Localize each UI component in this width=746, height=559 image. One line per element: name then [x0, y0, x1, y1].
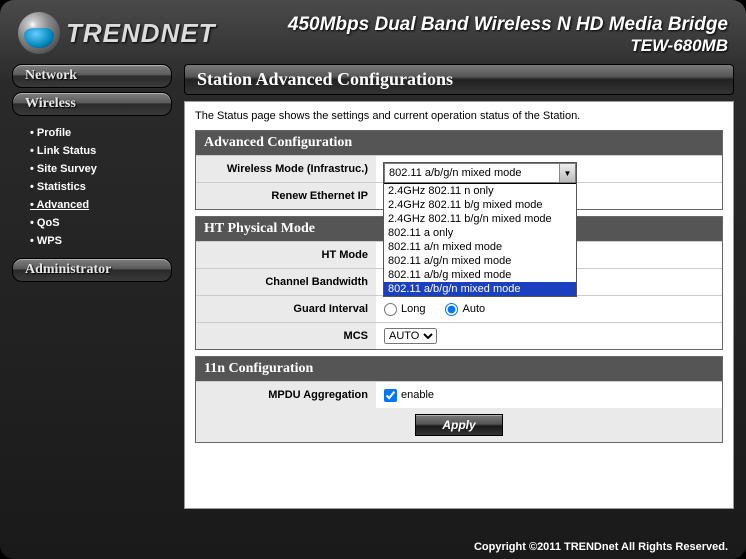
apply-button[interactable]: Apply — [415, 414, 502, 436]
wireless-mode-option[interactable]: 2.4GHz 802.11 n only — [384, 184, 576, 198]
sidebar-item-qos[interactable]: QoS — [30, 214, 172, 232]
mpdu-enable-checkbox[interactable]: enable — [384, 389, 434, 402]
guard-interval-label: Guard Interval — [196, 299, 376, 319]
brand-text: TRENDNET — [66, 18, 216, 49]
wireless-mode-option[interactable]: 802.11 a/g/n mixed mode — [384, 254, 576, 268]
sidebar-wireless[interactable]: Wireless — [12, 92, 172, 116]
wireless-mode-option[interactable]: 802.11 a/n mixed mode — [384, 240, 576, 254]
mcs-label: MCS — [196, 326, 376, 346]
guard-long-label: Long — [401, 303, 425, 315]
eleven-n-group: 11n Configuration MPDU Aggregation enabl… — [195, 356, 723, 443]
sidebar-wireless-list: Profile Link Status Site Survey Statisti… — [12, 120, 172, 258]
sidebar-item-wps[interactable]: WPS — [30, 232, 172, 250]
wireless-mode-option[interactable]: 2.4GHz 802.11 b/g/n mixed mode — [384, 212, 576, 226]
brand-logo: TRENDNET — [18, 12, 216, 54]
guard-auto-label: Auto — [462, 303, 485, 315]
sidebar: Network Wireless Profile Link Status Sit… — [12, 64, 172, 509]
page-description: The Status page shows the settings and c… — [195, 108, 723, 130]
wireless-mode-options: 2.4GHz 802.11 n only 2.4GHz 802.11 b/g m… — [384, 183, 576, 296]
page-title: Station Advanced Configurations — [184, 64, 734, 95]
wireless-mode-option[interactable]: 2.4GHz 802.11 b/g mixed mode — [384, 198, 576, 212]
wireless-mode-option[interactable]: 802.11 a only — [384, 226, 576, 240]
header: TRENDNET 450Mbps Dual Band Wireless N HD… — [0, 0, 746, 56]
guard-auto-radio[interactable]: Auto — [445, 303, 485, 316]
model-name: TEW-680MB — [288, 36, 728, 56]
logo-orb-icon — [18, 12, 60, 54]
wireless-mode-select[interactable]: 802.11 a/b/g/n mixed mode ▼ 2.4GHz 802.1… — [383, 162, 577, 297]
renew-ip-label: Renew Ethernet IP — [196, 186, 376, 206]
sidebar-item-link-status[interactable]: Link Status — [30, 142, 172, 160]
product-name: 450Mbps Dual Band Wireless N HD Media Br… — [288, 14, 728, 36]
app-frame: TRENDNET 450Mbps Dual Band Wireless N HD… — [0, 0, 746, 559]
sidebar-item-advanced[interactable]: Advanced — [30, 196, 172, 214]
mcs-select[interactable]: AUTO — [384, 328, 437, 344]
wireless-mode-selected[interactable]: 802.11 a/b/g/n mixed mode ▼ — [384, 163, 576, 183]
content: Station Advanced Configurations The Stat… — [184, 64, 734, 509]
footer-copyright: Copyright ©2011 TRENDnet All Rights Rese… — [474, 541, 728, 553]
wireless-mode-label: Wireless Mode (Infrastruc.) — [196, 159, 376, 179]
wireless-mode-option[interactable]: 802.11 a/b/g mixed mode — [384, 268, 576, 282]
content-panel: The Status page shows the settings and c… — [184, 101, 734, 509]
eleven-n-header: 11n Configuration — [196, 357, 722, 381]
chevron-down-icon[interactable]: ▼ — [559, 164, 575, 182]
sidebar-item-profile[interactable]: Profile — [30, 124, 172, 142]
guard-long-radio[interactable]: Long — [384, 303, 425, 316]
wireless-mode-selected-text: 802.11 a/b/g/n mixed mode — [389, 167, 522, 179]
sidebar-item-site-survey[interactable]: Site Survey — [30, 160, 172, 178]
header-titles: 450Mbps Dual Band Wireless N HD Media Br… — [288, 10, 728, 56]
sidebar-administrator[interactable]: Administrator — [12, 258, 172, 282]
mpdu-enable-label: enable — [401, 389, 434, 401]
ht-mode-label: HT Mode — [196, 245, 376, 265]
sidebar-item-statistics[interactable]: Statistics — [30, 178, 172, 196]
wireless-mode-option[interactable]: 802.11 a/b/g/n mixed mode — [384, 282, 576, 296]
sidebar-network[interactable]: Network — [12, 64, 172, 88]
channel-bandwidth-label: Channel Bandwidth — [196, 272, 376, 292]
advanced-config-header: Advanced Configuration — [196, 131, 722, 155]
mpdu-label: MPDU Aggregation — [196, 385, 376, 405]
